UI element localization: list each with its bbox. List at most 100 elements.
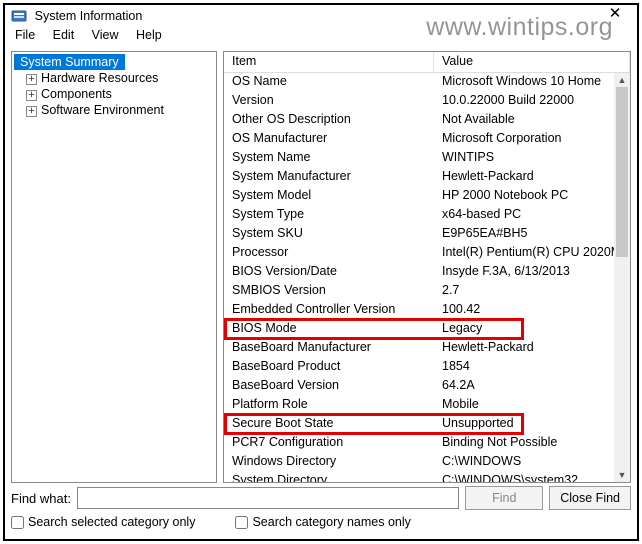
cell-item: SMBIOS Version [224, 282, 434, 301]
cell-value: HP 2000 Notebook PC [434, 187, 630, 206]
cell-value: Microsoft Windows 10 Home [434, 73, 630, 92]
cell-item: OS Name [224, 73, 434, 92]
cell-value: Binding Not Possible [434, 434, 630, 453]
table-row[interactable]: Secure Boot StateUnsupported [224, 415, 630, 434]
cell-value: Hewlett-Packard [434, 339, 630, 358]
search-category-names-checkbox[interactable]: Search category names only [235, 515, 410, 529]
checkbox-icon[interactable] [11, 516, 24, 529]
cell-value: Microsoft Corporation [434, 130, 630, 149]
table-row[interactable]: System SKUE9P65EA#BH5 [224, 225, 630, 244]
cell-item: Processor [224, 244, 434, 263]
cell-item: Version [224, 92, 434, 111]
cell-item: Embedded Controller Version [224, 301, 434, 320]
cell-value: C:\WINDOWS\system32 [434, 472, 630, 482]
cell-value: 1854 [434, 358, 630, 377]
cell-item: System SKU [224, 225, 434, 244]
footer: Find what: Find Close Find Search select… [11, 485, 631, 535]
expand-icon[interactable]: + [26, 106, 37, 117]
cell-value: 2.7 [434, 282, 630, 301]
cell-value: Not Available [434, 111, 630, 130]
cell-item: BaseBoard Product [224, 358, 434, 377]
menu-file[interactable]: File [9, 27, 43, 43]
tree-item-software-environment[interactable]: + Software Environment [12, 102, 216, 118]
cell-value: 64.2A [434, 377, 630, 396]
cell-item: System Name [224, 149, 434, 168]
cell-value: E9P65EA#BH5 [434, 225, 630, 244]
table-row[interactable]: OS ManufacturerMicrosoft Corporation [224, 130, 630, 149]
cell-item: PCR7 Configuration [224, 434, 434, 453]
tree-label: Hardware Resources [41, 71, 158, 85]
list-body: OS NameMicrosoft Windows 10 HomeVersion1… [224, 73, 630, 482]
menu-view[interactable]: View [86, 27, 127, 43]
cell-value: WINTIPS [434, 149, 630, 168]
table-row[interactable]: Windows DirectoryC:\WINDOWS [224, 453, 630, 472]
table-row[interactable]: System ModelHP 2000 Notebook PC [224, 187, 630, 206]
window-title: System Information [35, 9, 143, 23]
scroll-down-icon[interactable]: ▼ [614, 468, 630, 482]
expand-icon[interactable]: + [26, 90, 37, 101]
table-row[interactable]: BaseBoard ManufacturerHewlett-Packard [224, 339, 630, 358]
cell-value: Mobile [434, 396, 630, 415]
cell-value: Unsupported [434, 415, 630, 434]
find-what-label: Find what: [11, 491, 71, 506]
table-row[interactable]: OS NameMicrosoft Windows 10 Home [224, 73, 630, 92]
tree-item-hardware-resources[interactable]: + Hardware Resources [12, 70, 216, 86]
app-icon [11, 8, 27, 24]
cell-item: Windows Directory [224, 453, 434, 472]
scroll-up-icon[interactable]: ▲ [614, 73, 630, 87]
tree-item-components[interactable]: + Components [12, 86, 216, 102]
cell-value: Insyde F.3A, 6/13/2013 [434, 263, 630, 282]
cell-value: x64-based PC [434, 206, 630, 225]
checkbox-label: Search selected category only [28, 515, 195, 529]
checkbox-label: Search category names only [252, 515, 410, 529]
table-row[interactable]: PCR7 ConfigurationBinding Not Possible [224, 434, 630, 453]
cell-item: System Type [224, 206, 434, 225]
find-input[interactable] [77, 487, 459, 509]
close-button[interactable]: ✕ [603, 5, 627, 25]
cell-item: System Model [224, 187, 434, 206]
cell-item: System Directory [224, 472, 434, 482]
cell-item: Other OS Description [224, 111, 434, 130]
table-row[interactable]: Other OS DescriptionNot Available [224, 111, 630, 130]
cell-value: Intel(R) Pentium(R) CPU 2020M @ 2.40GHz, [434, 244, 630, 263]
menu-edit[interactable]: Edit [47, 27, 83, 43]
cell-item: BIOS Version/Date [224, 263, 434, 282]
table-row[interactable]: System ManufacturerHewlett-Packard [224, 168, 630, 187]
cell-item: Platform Role [224, 396, 434, 415]
vertical-scrollbar[interactable]: ▲ ▼ [614, 73, 630, 482]
table-row[interactable]: Embedded Controller Version100.42 [224, 301, 630, 320]
table-row[interactable]: BaseBoard Product1854 [224, 358, 630, 377]
scroll-thumb[interactable] [616, 87, 628, 257]
cell-item: BIOS Mode [224, 320, 434, 339]
tree-label: Software Environment [41, 103, 164, 117]
cell-value: 10.0.22000 Build 22000 [434, 92, 630, 111]
column-header-item[interactable]: Item [224, 52, 434, 72]
cell-value: Hewlett-Packard [434, 168, 630, 187]
table-row[interactable]: ProcessorIntel(R) Pentium(R) CPU 2020M @… [224, 244, 630, 263]
checkbox-icon[interactable] [235, 516, 248, 529]
table-row[interactable]: Platform RoleMobile [224, 396, 630, 415]
cell-item: BaseBoard Manufacturer [224, 339, 434, 358]
titlebar: System Information ✕ [5, 5, 637, 27]
column-header-value[interactable]: Value [434, 52, 630, 72]
cell-value: 100.42 [434, 301, 630, 320]
cell-item: BaseBoard Version [224, 377, 434, 396]
table-row[interactable]: BaseBoard Version64.2A [224, 377, 630, 396]
table-row[interactable]: System NameWINTIPS [224, 149, 630, 168]
expand-icon[interactable]: + [26, 74, 37, 85]
table-row[interactable]: SMBIOS Version2.7 [224, 282, 630, 301]
cell-item: Secure Boot State [224, 415, 434, 434]
cell-value: Legacy [434, 320, 630, 339]
table-row[interactable]: System DirectoryC:\WINDOWS\system32 [224, 472, 630, 482]
tree-label: Components [41, 87, 112, 101]
table-row[interactable]: System Typex64-based PC [224, 206, 630, 225]
close-find-button[interactable]: Close Find [549, 486, 631, 510]
table-row[interactable]: Version10.0.22000 Build 22000 [224, 92, 630, 111]
search-selected-category-checkbox[interactable]: Search selected category only [11, 515, 195, 529]
tree-root-system-summary[interactable]: System Summary [14, 54, 125, 70]
find-button[interactable]: Find [465, 486, 543, 510]
menu-help[interactable]: Help [130, 27, 170, 43]
table-row[interactable]: BIOS Version/DateInsyde F.3A, 6/13/2013 [224, 263, 630, 282]
table-row[interactable]: BIOS ModeLegacy [224, 320, 630, 339]
list-header: Item Value [224, 52, 630, 73]
